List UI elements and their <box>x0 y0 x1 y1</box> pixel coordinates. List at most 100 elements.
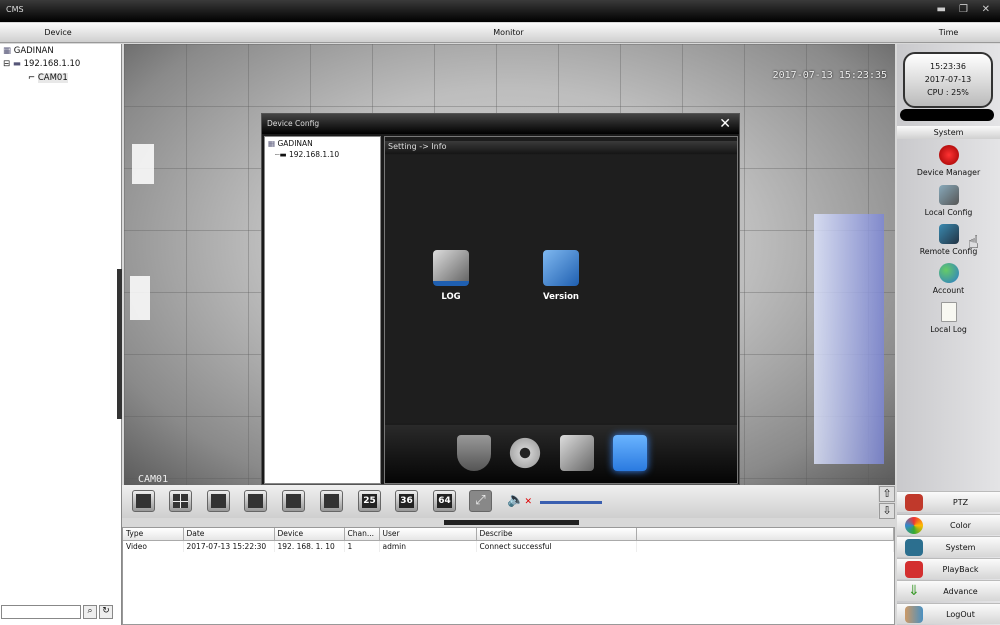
collapse-icon[interactable]: ⊟ <box>3 59 13 69</box>
scroll-up-arrow[interactable]: ⇧ <box>879 486 895 502</box>
dialog-tree-device[interactable]: ┈▬ 192.168.1.10 <box>275 150 339 159</box>
system-header: System <box>897 126 1000 139</box>
device-config-dialog: Device Config ✕ ▦ GADINAN ┈▬ 192.168.1.1… <box>261 113 740 485</box>
restore-button[interactable]: ❐ <box>959 4 968 15</box>
title-bar: CMS ▬ ❐ ✕ <box>0 0 1000 22</box>
dialog-close-button[interactable]: ✕ <box>719 116 731 132</box>
col-channel[interactable]: Chan... <box>344 528 380 541</box>
col-device[interactable]: Device <box>274 528 345 541</box>
layout-toolbar: 25 36 64 ⤢ 🔈✕ <box>122 485 878 525</box>
remote-config-icon <box>938 224 959 244</box>
ceiling-light <box>130 276 150 320</box>
cell-channel: 1 <box>344 540 380 552</box>
col-describe[interactable]: Describe <box>476 528 637 541</box>
layout-25-button[interactable]: 25 <box>358 490 381 512</box>
nav-playback[interactable]: PlayBack <box>897 558 1000 579</box>
version-button[interactable]: Version <box>531 250 591 302</box>
alarm-shield-icon[interactable] <box>457 435 491 471</box>
account-button[interactable]: Account <box>897 263 1000 295</box>
close-button[interactable]: ✕ <box>982 4 990 15</box>
local-log-icon <box>940 302 957 322</box>
device-manager-icon <box>938 145 959 165</box>
device-tree-panel: ▦ GADINAN ⊟ ▬ 192.168.1.10 ⌐ CAM01 ⌕ ↻ <box>0 44 122 625</box>
layout-64-button[interactable]: 64 <box>433 490 456 512</box>
window-light <box>814 214 884 464</box>
volume-slider[interactable] <box>540 501 602 504</box>
tree-camera[interactable]: ⌐ CAM01 <box>28 73 68 83</box>
local-log-button[interactable]: Local Log <box>897 302 1000 334</box>
dialog-device-tree: ▦ GADINAN ┈▬ 192.168.1.10 <box>264 136 381 484</box>
panel-toggle[interactable] <box>444 520 579 525</box>
status-clock: 15:23:36 2017-07-13 CPU : 25% <box>903 52 993 108</box>
log-icon <box>433 250 469 286</box>
settings-gear-icon[interactable] <box>508 435 542 471</box>
nav-advance[interactable]: ⇓ Advance <box>897 580 1000 601</box>
cell-type: Video <box>123 540 184 552</box>
col-date[interactable]: Date <box>183 528 275 541</box>
advance-icon: ⇓ <box>908 583 920 599</box>
camera-label: CAM01 <box>138 474 169 485</box>
dialog-tree-root[interactable]: ▦ GADINAN <box>268 139 313 148</box>
camera-icon: ⌐ <box>28 73 38 83</box>
log-button[interactable]: LOG <box>421 250 481 302</box>
local-config-button[interactable]: Local Config <box>897 185 1000 217</box>
config-pane: Setting -> Info LOG Version <box>384 136 738 484</box>
info-list-icon[interactable] <box>613 435 647 471</box>
device-header: Device <box>44 28 72 37</box>
remote-config-button[interactable]: Remote Config <box>897 224 1000 256</box>
cell-filler <box>636 540 894 552</box>
mute-icon[interactable]: 🔈✕ <box>507 492 532 508</box>
monitor-header: Monitor <box>493 28 524 37</box>
layout-9-button[interactable] <box>244 490 267 512</box>
dialog-title: Device Config <box>262 114 739 134</box>
tree-device[interactable]: ⊟ ▬ 192.168.1.10 <box>3 59 80 69</box>
nav-logout[interactable]: LogOut <box>897 603 1000 624</box>
device-manager-button[interactable]: Device Manager <box>897 145 1000 177</box>
ptz-icon <box>905 494 923 511</box>
nav-ptz[interactable]: PTZ <box>897 491 1000 512</box>
search-input[interactable] <box>1 605 81 619</box>
fullscreen-icon[interactable]: ⤢ <box>469 490 492 512</box>
event-log: Type Date Device Chan... User Describe V… <box>122 527 895 625</box>
app-title: CMS <box>6 5 24 14</box>
breadcrumb: Setting -> Info <box>385 141 737 154</box>
layout-1-button[interactable] <box>132 490 155 512</box>
search-icon[interactable]: ⌕ <box>83 605 97 619</box>
cell-describe: Connect successful <box>476 540 637 552</box>
nav-system[interactable]: System <box>897 536 1000 557</box>
minimize-button[interactable]: ▬ <box>937 4 946 15</box>
cell-device: 192. 168. 1. 10 <box>274 540 345 552</box>
dvr-icon: ┈▬ <box>275 150 289 159</box>
ceiling-light <box>132 144 154 184</box>
col-type[interactable]: Type <box>123 528 184 541</box>
layout-6-button[interactable] <box>207 490 230 512</box>
nav-color[interactable]: Color <box>897 514 1000 535</box>
header-row: Device Monitor Time <box>0 23 1000 43</box>
layout-16-button[interactable] <box>320 490 343 512</box>
layout-36-button[interactable]: 36 <box>395 490 418 512</box>
status-bar <box>900 109 994 121</box>
playback-icon <box>905 561 923 578</box>
dvr-icon: ▬ <box>12 59 24 69</box>
cell-date: 2017-07-13 15:22:30 <box>183 540 275 552</box>
clock-date: 2017-07-13 <box>924 75 972 84</box>
layout-4-button[interactable] <box>169 490 192 512</box>
tools-icon[interactable] <box>560 435 594 471</box>
collapse-handle[interactable] <box>117 269 122 419</box>
info-panel: LOG Version <box>385 155 737 423</box>
config-tab-bar <box>385 425 737 483</box>
right-panel: 15:23:36 2017-07-13 CPU : 25% System Dev… <box>897 44 1000 625</box>
scroll-down-arrow[interactable]: ⇩ <box>879 503 895 519</box>
table-row[interactable]: Video 2017-07-13 15:22:30 192. 168. 1. 1… <box>123 540 894 552</box>
clock-time: 15:23:36 <box>930 62 966 71</box>
local-config-icon <box>938 185 959 205</box>
logout-icon <box>905 606 923 623</box>
tree-root[interactable]: ▦ GADINAN <box>3 46 54 56</box>
mouse-cursor: ☝ <box>968 232 979 253</box>
video-timestamp: 2017-07-13 15:23:35 <box>772 70 887 81</box>
layout-12-button[interactable] <box>282 490 305 512</box>
refresh-icon[interactable]: ↻ <box>99 605 113 619</box>
account-icon <box>938 263 959 283</box>
group-icon: ▦ <box>3 46 14 56</box>
col-user[interactable]: User <box>379 528 477 541</box>
